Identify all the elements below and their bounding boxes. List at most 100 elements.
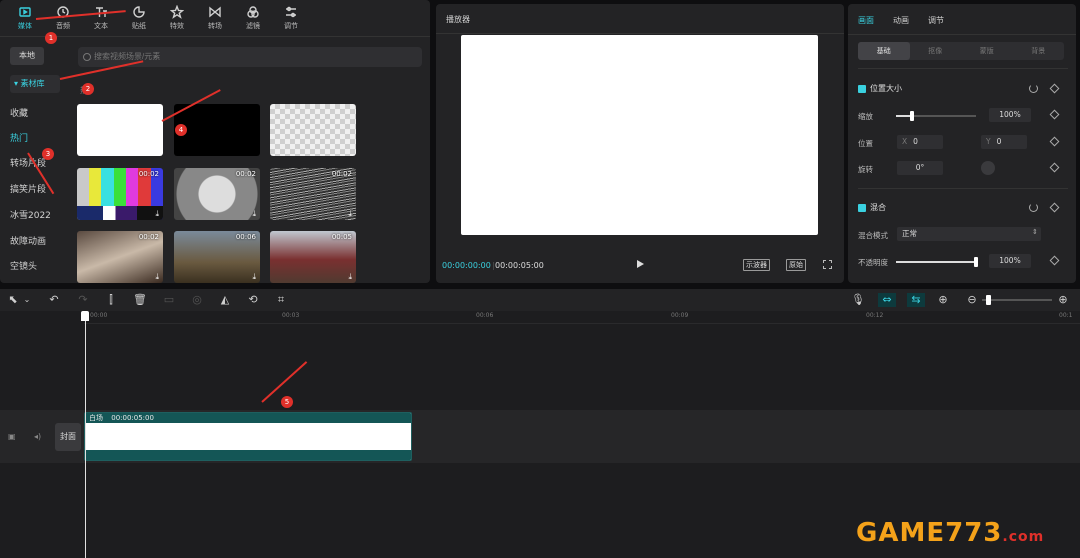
- keyframe-icon[interactable]: [1049, 255, 1060, 266]
- position-x-field[interactable]: X0: [897, 135, 943, 149]
- thumbnail-photo[interactable]: 00:06 ⤓: [174, 231, 260, 283]
- crop-icon[interactable]: ⌗: [274, 293, 288, 307]
- delete-icon[interactable]: 🗑: [133, 293, 147, 307]
- reverse-icon[interactable]: ◎: [190, 293, 204, 307]
- opacity-field[interactable]: 100%: [989, 254, 1031, 268]
- download-icon[interactable]: ⤓: [348, 272, 352, 282]
- keyframe-icon[interactable]: [1049, 202, 1060, 213]
- reset-icon[interactable]: [1029, 84, 1038, 93]
- subtab-cutout[interactable]: 抠像: [910, 42, 962, 60]
- tool-filter[interactable]: 滤镜: [234, 0, 272, 36]
- sidebar-item-empty-shots[interactable]: 空镜头: [10, 259, 37, 272]
- select-cursor-icon[interactable]: ⬉: [6, 293, 20, 307]
- waveform-button[interactable]: 示波器: [743, 259, 770, 271]
- thumbnail-color-bars[interactable]: 00:02 ⤓: [77, 168, 163, 220]
- checkbox-icon[interactable]: [858, 84, 866, 93]
- select-arrow-icon: ⇕: [1032, 228, 1038, 236]
- tab-picture[interactable]: 画面: [858, 15, 874, 26]
- ruler-tick: 00:06: [476, 312, 494, 319]
- position-y-field[interactable]: Y0: [981, 135, 1027, 149]
- download-icon[interactable]: ⤓: [348, 209, 352, 219]
- zoom-out-icon[interactable]: ⊖: [965, 293, 979, 307]
- thumbnail-transparent[interactable]: [270, 104, 356, 156]
- reset-icon[interactable]: [1029, 203, 1038, 212]
- divider: [848, 34, 1076, 35]
- sidebar-item-winter-2022[interactable]: 冰雪2022: [10, 208, 51, 221]
- play-icon[interactable]: [637, 260, 644, 268]
- scale-field[interactable]: 100%: [989, 108, 1031, 122]
- split-icon[interactable]: ⫿: [104, 293, 118, 307]
- player-panel: 播放器 00:00:00:00 | 00:00:05:00 示波器 原始: [436, 4, 844, 283]
- keyframe-icon[interactable]: [1049, 83, 1060, 94]
- thumbnail-noise[interactable]: 00:02 ⤓: [270, 168, 356, 220]
- subtab-mask[interactable]: 蒙版: [961, 42, 1013, 60]
- thumbnail-photo[interactable]: 00:05 ⤓: [270, 231, 356, 283]
- keyframe-icon[interactable]: [1049, 162, 1060, 173]
- playhead[interactable]: [85, 312, 86, 558]
- sidebar-item-favorites[interactable]: 收藏: [10, 106, 28, 119]
- tool-sticker[interactable]: 贴纸: [120, 0, 158, 36]
- sidebar-item-transition-clips[interactable]: 转场片段: [10, 156, 46, 169]
- chevron-down-icon[interactable]: ⌄: [20, 293, 34, 307]
- redo-icon[interactable]: ↷: [76, 293, 90, 307]
- annotation-badge: 5: [281, 396, 293, 408]
- playhead-handle[interactable]: [81, 311, 89, 321]
- fullscreen-icon[interactable]: [823, 260, 832, 269]
- checkbox-icon[interactable]: [858, 203, 866, 212]
- zoom-slider[interactable]: [982, 295, 1052, 305]
- freeze-icon[interactable]: ▭: [162, 293, 176, 307]
- tab-animation[interactable]: 动画: [893, 15, 909, 26]
- sidebar-item-hot[interactable]: 热门: [10, 131, 28, 144]
- opacity-slider[interactable]: [896, 257, 978, 267]
- track-video-icon[interactable]: ▣: [8, 432, 16, 441]
- zoom-in-icon[interactable]: ⊕: [1056, 293, 1070, 307]
- magnet-icon[interactable]: ⇔: [878, 293, 896, 307]
- timeline-clip[interactable]: 白场 00:00:05:00: [84, 412, 412, 461]
- download-icon[interactable]: ⤓: [155, 272, 159, 282]
- thumbnail-test-card[interactable]: 00:02 ⤓: [174, 168, 260, 220]
- align-center-icon[interactable]: ⊕: [936, 293, 950, 307]
- tab-adjust[interactable]: 调节: [928, 15, 944, 26]
- timeline-ruler[interactable]: 00:00 00:03 00:06 00:09 00:12 00:1: [84, 312, 1080, 324]
- mirror-icon[interactable]: ◭: [218, 293, 232, 307]
- tool-transition[interactable]: 转场: [196, 0, 234, 36]
- tool-adjust[interactable]: 调节: [272, 0, 310, 36]
- link-icon[interactable]: ⇆: [907, 293, 925, 307]
- cover-button[interactable]: 封面: [55, 423, 81, 451]
- thumbnail-white[interactable]: [77, 104, 163, 156]
- effects-icon: [170, 5, 184, 19]
- clip-duration: 00:00:05:00: [111, 414, 154, 422]
- keyframe-icon[interactable]: [1049, 109, 1060, 120]
- subtab-background[interactable]: 背景: [1013, 42, 1065, 60]
- ruler-tick: 00:1: [1059, 312, 1073, 319]
- sidebar-item-local[interactable]: 本地: [10, 47, 44, 65]
- microphone-icon[interactable]: 🎙: [851, 293, 865, 307]
- sidebar-item-glitch[interactable]: 故障动画: [10, 234, 46, 247]
- media-toolbar: 媒体 音频 文本 贴纸 特效 转场 滤镜 调节: [0, 0, 430, 36]
- scale-slider[interactable]: [896, 111, 976, 121]
- download-icon[interactable]: ⤓: [252, 209, 256, 219]
- track-audio-icon[interactable]: ◂): [34, 432, 41, 441]
- divider: [858, 68, 1068, 69]
- original-ratio-button[interactable]: 原始: [786, 259, 806, 271]
- rotate-dial-icon[interactable]: [981, 161, 995, 175]
- preview-screen[interactable]: [461, 35, 818, 235]
- rotate-icon[interactable]: ⟲: [246, 293, 260, 307]
- keyframe-icon[interactable]: [1049, 136, 1060, 147]
- subtab-basic[interactable]: 基础: [858, 42, 910, 60]
- rotate-field[interactable]: 0°: [897, 161, 943, 175]
- thumbnail-photo[interactable]: 00:02 ⤓: [77, 231, 163, 283]
- opacity-slider-handle[interactable]: [974, 257, 978, 267]
- tool-effects[interactable]: 特效: [158, 0, 196, 36]
- sidebar-item-funny-clips[interactable]: 搞笑片段: [10, 182, 46, 195]
- undo-icon[interactable]: ↶: [47, 293, 61, 307]
- tool-text[interactable]: 文本: [82, 0, 120, 36]
- opacity-slider-fill: [896, 261, 976, 263]
- sidebar-item-library[interactable]: ▾ 素材库: [10, 75, 60, 93]
- zoom-slider-handle[interactable]: [986, 295, 991, 305]
- download-icon[interactable]: ⤓: [252, 272, 256, 282]
- scale-slider-handle[interactable]: [910, 111, 914, 121]
- blend-mode-select[interactable]: 正常: [897, 227, 1041, 241]
- download-icon[interactable]: ⤓: [155, 209, 159, 219]
- ruler-tick: 00:09: [671, 312, 689, 319]
